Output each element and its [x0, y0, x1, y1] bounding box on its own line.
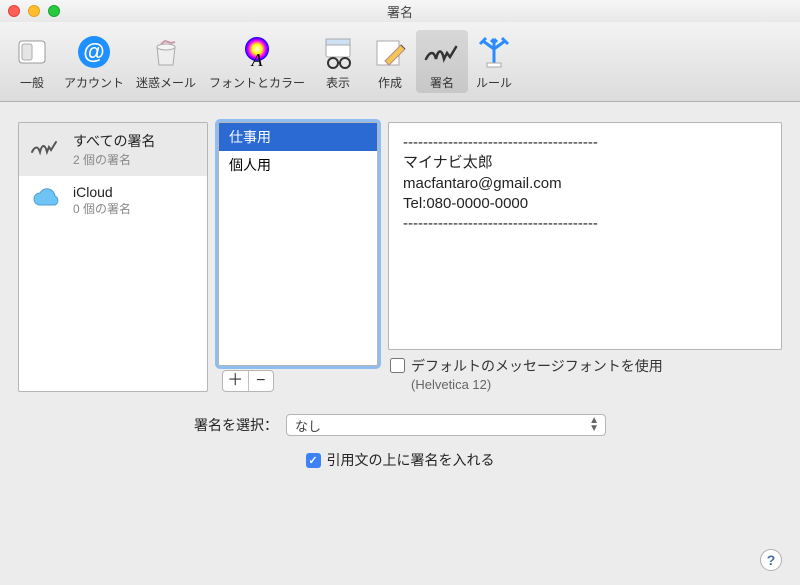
quote-checkbox[interactable]: [306, 453, 321, 468]
svg-text:@: @: [83, 39, 104, 64]
compose-icon: [370, 32, 410, 72]
signature-item-personal[interactable]: 個人用: [219, 151, 377, 179]
tab-general[interactable]: 一般: [6, 30, 58, 93]
account-subtitle: 2 個の署名: [73, 151, 155, 168]
account-icloud[interactable]: iCloud 0 個の署名: [19, 176, 207, 225]
default-font-label: デフォルトのメッセージフォントを使用: [411, 358, 663, 374]
svg-text:A: A: [251, 50, 264, 70]
toolbar: 一般 @ アカウント 迷惑メール A フォントとカラー 表示 作成 署名: [0, 22, 800, 102]
select-value: なし: [295, 416, 321, 435]
tab-rules[interactable]: ルール: [468, 30, 520, 93]
signature-item-work[interactable]: 仕事用: [219, 123, 377, 151]
tab-accounts[interactable]: @ アカウント: [58, 30, 130, 93]
window-title: 署名: [0, 2, 800, 21]
help-button[interactable]: ?: [760, 549, 782, 571]
font-color-icon: A: [237, 32, 277, 72]
glasses-icon: [318, 32, 358, 72]
tab-fonts-colors[interactable]: A フォントとカラー: [202, 30, 312, 93]
icloud-icon: [29, 184, 65, 214]
default-font-row: デフォルトのメッセージフォントを使用 (Helvetica 12): [388, 356, 782, 392]
tab-composing[interactable]: 作成: [364, 30, 416, 93]
add-signature-button[interactable]: ＋: [223, 371, 249, 391]
quote-row: 引用文の上に署名を入れる: [306, 450, 495, 470]
account-all-signatures[interactable]: すべての署名 2 個の署名: [19, 123, 207, 176]
default-font-checkbox[interactable]: [390, 358, 405, 373]
signature-icon: [422, 32, 462, 72]
tab-viewing[interactable]: 表示: [312, 30, 364, 93]
trash-icon: [146, 32, 186, 72]
switch-icon: [12, 32, 52, 72]
titlebar: 署名: [0, 0, 800, 22]
signature-icon: [29, 131, 65, 161]
chevron-updown-icon: ▲▼: [589, 417, 599, 433]
account-title: すべての署名: [73, 131, 155, 151]
content-area: すべての署名 2 個の署名 iCloud 0 個の署名 仕事用 個人用 ＋: [0, 102, 800, 482]
tab-signatures[interactable]: 署名: [416, 30, 468, 93]
account-subtitle: 0 個の署名: [73, 200, 131, 217]
choose-signature-row: 署名を選択： なし ▲▼: [194, 414, 606, 436]
quote-label: 引用文の上に署名を入れる: [327, 450, 495, 470]
rules-icon: [474, 32, 514, 72]
accounts-list[interactable]: すべての署名 2 個の署名 iCloud 0 個の署名: [18, 122, 208, 392]
signature-list[interactable]: 仕事用 個人用: [218, 122, 378, 366]
choose-signature-select[interactable]: なし ▲▼: [286, 414, 606, 436]
at-icon: @: [74, 32, 114, 72]
add-remove-controls: ＋ −: [222, 370, 274, 392]
remove-signature-button[interactable]: −: [249, 371, 274, 391]
account-title: iCloud: [73, 184, 131, 200]
tab-junk[interactable]: 迷惑メール: [130, 30, 202, 93]
default-font-sub: (Helvetica 12): [411, 377, 663, 392]
choose-signature-label: 署名を選択：: [194, 415, 278, 435]
signature-preview[interactable]: --------------------------------------- …: [388, 122, 782, 350]
